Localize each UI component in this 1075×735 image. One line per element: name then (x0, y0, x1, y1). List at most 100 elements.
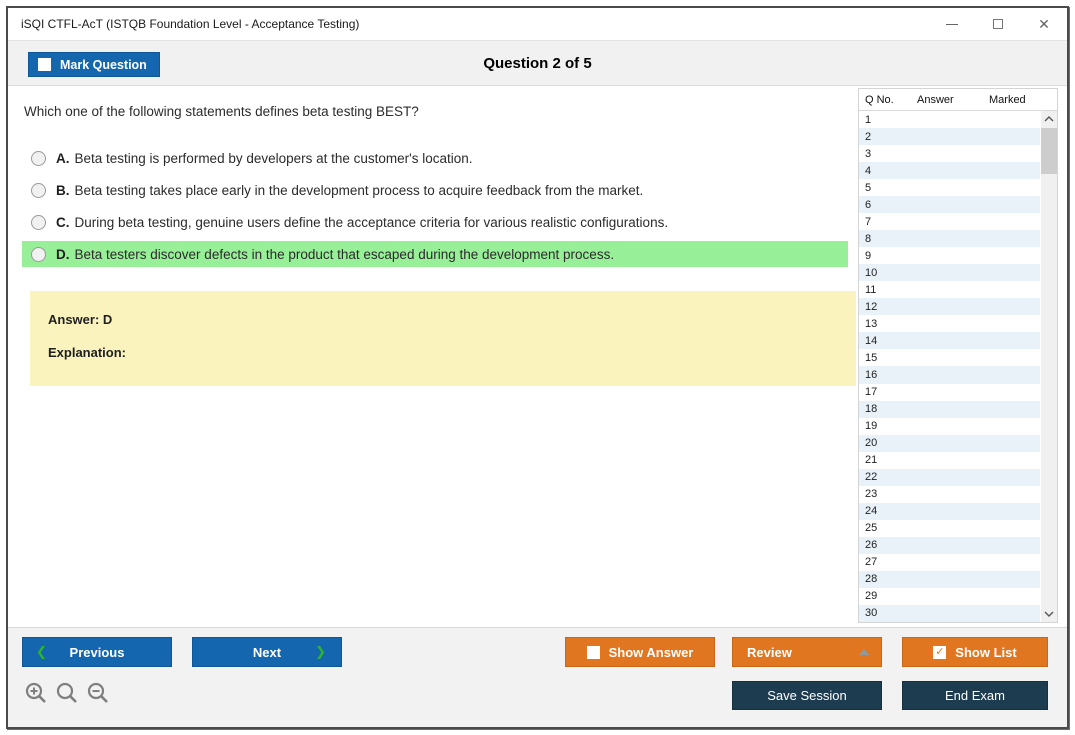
chevron-left-icon: ❮ (36, 644, 47, 660)
show-answer-button[interactable]: Show Answer (565, 637, 715, 667)
answer-option[interactable]: A. Beta testing is performed by develope… (22, 145, 848, 171)
scroll-up-icon[interactable] (1041, 111, 1057, 127)
question-number: 19 (865, 420, 877, 432)
show-list-button[interactable]: Show List (902, 637, 1048, 667)
question-list-row[interactable]: 12 (859, 298, 1040, 315)
mark-question-checkbox[interactable] (38, 58, 51, 71)
question-list-row[interactable]: 15 (859, 349, 1040, 366)
scrollbar-thumb[interactable] (1041, 128, 1057, 174)
question-list-row[interactable]: 6 (859, 196, 1040, 213)
option-text: Beta testing is performed by developers … (75, 151, 473, 166)
question-list-row[interactable]: 4 (859, 162, 1040, 179)
question-list-row[interactable]: 16 (859, 366, 1040, 383)
scrollbar[interactable] (1041, 111, 1057, 622)
header-bar: Mark Question Question 2 of 5 (8, 40, 1067, 86)
question-list-row[interactable]: 9 (859, 247, 1040, 264)
question-list-header: Q No. Answer Marked (859, 89, 1057, 111)
question-number: 23 (865, 488, 877, 500)
close-icon: ✕ (1038, 17, 1050, 31)
end-exam-button[interactable]: End Exam (902, 681, 1048, 710)
option-letter: C. (56, 215, 70, 230)
question-list-row[interactable]: 14 (859, 332, 1040, 349)
save-session-button[interactable]: Save Session (732, 681, 882, 710)
answer-explanation-box: Answer: D Explanation: (30, 291, 856, 386)
question-number: 30 (865, 607, 877, 619)
question-number: 5 (865, 182, 871, 194)
zoom-out-icon[interactable] (86, 681, 110, 705)
review-dropdown[interactable]: Review (732, 637, 882, 667)
triangle-up-icon (859, 649, 869, 655)
chevron-right-icon: ❯ (315, 644, 326, 660)
question-number: 8 (865, 233, 871, 245)
answer-label: Answer: D (48, 312, 838, 327)
question-list-row[interactable]: 30 (859, 605, 1040, 622)
zoom-reset-icon[interactable] (55, 681, 79, 705)
question-list-row[interactable]: 21 (859, 452, 1040, 469)
question-list-row[interactable]: 28 (859, 571, 1040, 588)
question-list-row[interactable]: 3 (859, 145, 1040, 162)
question-list-row[interactable]: 24 (859, 503, 1040, 520)
column-qno: Q No. (859, 94, 917, 106)
question-list-row[interactable]: 20 (859, 435, 1040, 452)
question-list-row[interactable]: 10 (859, 264, 1040, 281)
question-list-row[interactable]: 23 (859, 486, 1040, 503)
question-number: 13 (865, 318, 877, 330)
scroll-down-icon[interactable] (1041, 606, 1057, 622)
question-number: 9 (865, 250, 871, 262)
radio-icon[interactable] (31, 247, 46, 262)
question-list-row[interactable]: 26 (859, 537, 1040, 554)
next-label: Next (253, 645, 281, 660)
question-list-row[interactable]: 2 (859, 128, 1040, 145)
previous-button[interactable]: ❮ Previous (22, 637, 172, 667)
question-counter: Question 2 of 5 (483, 55, 591, 72)
question-list-row[interactable]: 8 (859, 230, 1040, 247)
question-list-row[interactable]: 25 (859, 520, 1040, 537)
show-list-label: Show List (955, 645, 1016, 660)
question-list-row[interactable]: 19 (859, 418, 1040, 435)
minimize-icon (946, 24, 958, 25)
question-panel: Which one of the following statements de… (8, 86, 856, 386)
question-list-row[interactable]: 22 (859, 469, 1040, 486)
question-list-row[interactable]: 18 (859, 401, 1040, 418)
app-window: iSQI CTFL-AcT (ISTQB Foundation Level - … (6, 6, 1069, 729)
radio-icon[interactable] (31, 215, 46, 230)
show-list-checkbox[interactable] (933, 646, 946, 659)
close-button[interactable]: ✕ (1021, 8, 1067, 40)
answer-option[interactable]: B. Beta testing takes place early in the… (22, 177, 848, 203)
answer-option[interactable]: C. During beta testing, genuine users de… (22, 209, 848, 235)
question-list-row[interactable]: 27 (859, 554, 1040, 571)
maximize-button[interactable] (975, 8, 1021, 40)
column-answer: Answer (917, 94, 989, 106)
question-number: 29 (865, 590, 877, 602)
question-list-row[interactable]: 29 (859, 588, 1040, 605)
question-list-row[interactable]: 17 (859, 384, 1040, 401)
option-letter: D. (56, 247, 70, 262)
question-list-row[interactable]: 5 (859, 179, 1040, 196)
answer-option[interactable]: D. Beta testers discover defects in the … (22, 241, 848, 267)
question-number: 27 (865, 556, 877, 568)
question-list-row[interactable]: 7 (859, 213, 1040, 230)
radio-icon[interactable] (31, 151, 46, 166)
radio-icon[interactable] (31, 183, 46, 198)
next-button[interactable]: Next ❯ (192, 637, 342, 667)
question-text: Which one of the following statements de… (24, 104, 856, 119)
option-text: Beta testers discover defects in the pro… (75, 247, 615, 262)
zoom-in-icon[interactable] (24, 681, 48, 705)
question-list-body: 1234567891011121314151617181920212223242… (859, 111, 1040, 622)
question-number: 11 (865, 284, 876, 296)
window-title: iSQI CTFL-AcT (ISTQB Foundation Level - … (8, 17, 359, 31)
question-number: 26 (865, 539, 877, 551)
minimize-button[interactable] (929, 8, 975, 40)
question-list-row[interactable]: 11 (859, 281, 1040, 298)
option-text: During beta testing, genuine users defin… (75, 215, 669, 230)
question-number: 20 (865, 437, 877, 449)
question-list-row[interactable]: 13 (859, 315, 1040, 332)
show-answer-checkbox[interactable] (587, 646, 600, 659)
question-number: 1 (865, 114, 871, 126)
question-number: 2 (865, 131, 871, 143)
mark-question-button[interactable]: Mark Question (28, 52, 160, 77)
show-answer-label: Show Answer (609, 645, 694, 660)
previous-label: Previous (70, 645, 125, 660)
footer-bar: ❮ Previous Next ❯ Show Answer Review Sho… (8, 627, 1067, 727)
question-list-row[interactable]: 1 (859, 111, 1040, 128)
